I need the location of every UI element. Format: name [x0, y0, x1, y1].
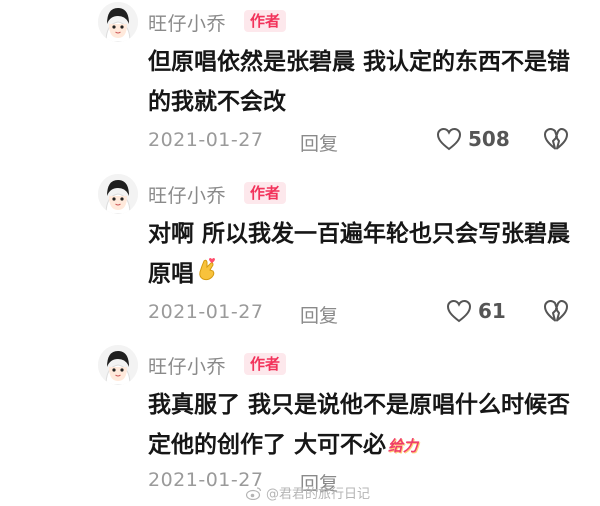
comment-text-body: 我真服了 我只是说他不是原唱什么时候否定他的创作了 大可不必	[148, 392, 571, 458]
avatar[interactable]	[98, 2, 138, 42]
author-name[interactable]: 旺仔小乔	[148, 9, 226, 36]
comment-item: 旺仔小乔 作者 我真服了 我只是说他不是原唱什么时候否定他的创作了 大可不必 给力…	[0, 345, 600, 506]
author-name[interactable]: 旺仔小乔	[148, 181, 226, 208]
dislike-button[interactable]	[543, 299, 569, 327]
comment-text: 我真服了 我只是说他不是原唱什么时候否定他的创作了 大可不必 给力	[148, 385, 578, 466]
comment-date: 2021-01-27	[148, 129, 264, 151]
like-count: 61	[478, 299, 506, 323]
avatar[interactable]	[98, 174, 138, 214]
dislike-button[interactable]	[543, 127, 569, 155]
reply-button[interactable]: 回复	[300, 129, 338, 156]
author-badge: 作者	[244, 182, 287, 204]
comment-date: 2021-01-27	[148, 301, 264, 323]
author-badge: 作者	[244, 353, 287, 375]
reply-button[interactable]: 回复	[300, 301, 338, 328]
weibo-icon	[246, 486, 262, 500]
like-count: 508	[468, 127, 510, 151]
heart-icon	[446, 299, 472, 323]
finger-heart-emoji	[196, 255, 218, 295]
avatar[interactable]	[98, 345, 138, 385]
sticker-label: 给力	[388, 436, 419, 455]
author-name[interactable]: 旺仔小乔	[148, 352, 226, 379]
comment-item: 旺仔小乔 作者 但原唱依然是张碧晨 我认定的东西不是错的我就不会改 2021-0…	[0, 2, 600, 162]
broken-heart-icon	[544, 128, 568, 150]
like-button[interactable]: 508	[436, 127, 510, 151]
watermark: @君君的旅行日记	[246, 483, 370, 502]
author-badge: 作者	[244, 10, 287, 32]
comment-text: 但原唱依然是张碧晨 我认定的东西不是错的我就不会改	[148, 49, 571, 115]
comment-item: 旺仔小乔 作者 对啊 所以我发一百遍年轮也只会写张碧晨原唱 2021-01-27…	[0, 174, 600, 334]
broken-heart-icon	[544, 300, 568, 322]
heart-icon	[436, 127, 462, 151]
comment-text: 对啊 所以我发一百遍年轮也只会写张碧晨原唱	[148, 214, 578, 295]
watermark-text: @君君的旅行日记	[266, 487, 371, 502]
like-button[interactable]: 61	[446, 299, 506, 323]
